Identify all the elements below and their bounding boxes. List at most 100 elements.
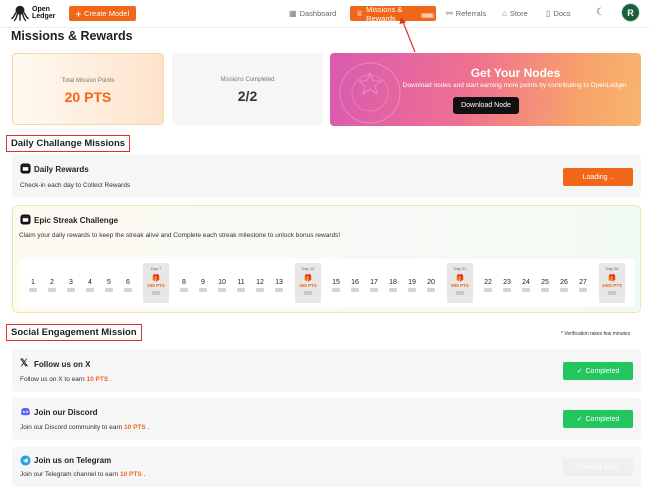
streak-day: 6 bbox=[122, 279, 134, 292]
nav-dashboard[interactable]: ▦ Dashboard bbox=[289, 6, 336, 21]
streak-day: 17 bbox=[368, 279, 380, 292]
streak-day: 5 bbox=[103, 279, 115, 292]
get-nodes-banner: Get Your Nodes Download nodes and start … bbox=[330, 53, 641, 126]
streak-day: 25 bbox=[539, 279, 551, 292]
streak-day: 13 bbox=[273, 279, 285, 292]
streak-day: 4 bbox=[84, 279, 96, 292]
page-title: Missions & Rewards bbox=[11, 29, 133, 43]
streak-day: 20 bbox=[425, 279, 437, 292]
check-circle-icon: ✓ bbox=[576, 368, 583, 375]
lock-icon bbox=[67, 288, 75, 292]
lock-icon bbox=[237, 288, 245, 292]
streak-day: 3 bbox=[65, 279, 77, 292]
openledger-logo[interactable]: Open Ledger bbox=[11, 4, 55, 22]
telegram-logo-icon bbox=[20, 455, 31, 466]
octopus-logo-icon bbox=[11, 5, 29, 21]
grid-icon: ▦ bbox=[289, 9, 297, 18]
total-points-label: Total Mission Points bbox=[61, 78, 115, 84]
streak-day: 18 bbox=[387, 279, 399, 292]
join-discord-title: Join our Discord bbox=[34, 408, 98, 417]
streak-day: 2 bbox=[46, 279, 58, 292]
follow-x-title: Follow us on X bbox=[34, 360, 91, 369]
nav-docs[interactable]: ▯ Docs bbox=[546, 6, 571, 21]
banner-decoration bbox=[339, 62, 401, 124]
lock-icon bbox=[522, 288, 530, 292]
lock-icon bbox=[541, 288, 549, 292]
lock-icon bbox=[332, 288, 340, 292]
missions-completed-value: 2/2 bbox=[237, 88, 258, 104]
join-discord-completed-button[interactable]: ✓ Completed bbox=[563, 410, 633, 428]
lock-icon bbox=[408, 288, 416, 292]
daily-rewards-title: Daily Rewards bbox=[34, 165, 89, 174]
daily-missions-heading: Daily Challange Missions bbox=[6, 135, 131, 152]
check-circle-icon: ✓ bbox=[576, 416, 583, 423]
theme-toggle-moon-icon[interactable]: ☾ bbox=[596, 7, 605, 18]
lock-icon bbox=[124, 288, 132, 292]
join-telegram-title: Join us on Telegram bbox=[34, 456, 112, 465]
streak-day: 27 bbox=[577, 279, 589, 292]
follow-x-desc: Follow us on X to earn 10 PTS . bbox=[20, 376, 112, 383]
lock-icon bbox=[503, 288, 511, 292]
store-icon: ⌂ bbox=[502, 9, 507, 18]
create-model-button[interactable]: + Create Model bbox=[69, 6, 136, 21]
lock-icon bbox=[275, 288, 283, 292]
streak-day: 23 bbox=[501, 279, 513, 292]
handshake-icon: ⚯ bbox=[446, 9, 453, 18]
missions-completed-label: Missions Completed bbox=[220, 77, 275, 83]
streak-day: 16 bbox=[349, 279, 361, 292]
download-node-button[interactable]: Download Node bbox=[453, 97, 519, 114]
new-badge: NEW bbox=[420, 13, 434, 18]
streak-day: 10 bbox=[216, 279, 228, 292]
join-discord-card: Join our Discord Join our Discord commun… bbox=[12, 398, 641, 440]
epic-streak-desc: Claim your daily rewards to keep the str… bbox=[19, 232, 341, 239]
streak-day: 15 bbox=[330, 279, 342, 292]
join-telegram-coming-soon-button[interactable]: Coming soon bbox=[563, 458, 633, 476]
lock-icon bbox=[152, 291, 160, 295]
gift-icon: 🎁 bbox=[607, 275, 617, 282]
document-icon: ▯ bbox=[546, 9, 551, 18]
lock-icon bbox=[218, 288, 226, 292]
calendar-icon bbox=[20, 214, 31, 225]
streak-day: 1 bbox=[27, 279, 39, 292]
trophy-icon: ♕ bbox=[356, 9, 364, 18]
streak-day: 9 bbox=[197, 279, 209, 292]
streak-day: 12 bbox=[254, 279, 266, 292]
lock-icon bbox=[86, 288, 94, 292]
streak-day: 19 bbox=[406, 279, 418, 292]
follow-x-card: 𝕏 Follow us on X Follow us on X to earn … bbox=[12, 349, 641, 392]
gift-icon: 🎁 bbox=[303, 275, 313, 282]
lock-icon bbox=[456, 291, 464, 295]
gift-icon: 🎁 bbox=[455, 275, 465, 282]
streak-milestone-day28: Day 28 🎁 1000 PTS bbox=[599, 263, 625, 303]
streak-day: 8 bbox=[178, 279, 190, 292]
lock-icon bbox=[579, 288, 587, 292]
streak-milestone-day14: Day 14 🎁 400 PTS bbox=[295, 263, 321, 303]
discord-logo-icon bbox=[20, 407, 31, 416]
plus-icon: + bbox=[75, 8, 82, 19]
nav-referrals[interactable]: ⚯ Referrals bbox=[446, 6, 486, 21]
lock-icon bbox=[389, 288, 397, 292]
daily-rewards-card: Daily Rewards Check-in each day to Colle… bbox=[12, 154, 641, 198]
lock-icon bbox=[199, 288, 207, 292]
streak-day: 26 bbox=[558, 279, 570, 292]
user-avatar[interactable]: R bbox=[621, 3, 640, 22]
follow-x-completed-button[interactable]: ✓ Completed bbox=[563, 362, 633, 380]
lock-icon bbox=[304, 291, 312, 295]
calendar-icon bbox=[20, 163, 31, 174]
nav-missions-rewards[interactable]: ♕ Missions & Rewards NEW bbox=[350, 5, 436, 23]
total-points-card: Total Mission Points 20 PTS bbox=[12, 53, 164, 125]
social-missions-heading: Social Engagement Mission bbox=[6, 324, 142, 341]
claim-daily-reward-button[interactable]: Loading .. bbox=[563, 168, 633, 186]
epic-streak-card: Epic Streak Challenge Claim your daily r… bbox=[12, 205, 641, 313]
lock-icon bbox=[256, 288, 264, 292]
lock-icon bbox=[608, 291, 616, 295]
lock-icon bbox=[560, 288, 568, 292]
lock-icon bbox=[484, 288, 492, 292]
verification-note: * Verification takes few minutes bbox=[561, 331, 631, 337]
lock-icon bbox=[29, 288, 37, 292]
streak-day: 11 bbox=[235, 279, 247, 292]
daily-rewards-desc: Check-in each day to Collect Rewards bbox=[20, 182, 131, 189]
join-telegram-desc: Join our Telegram channel to earn 10 PTS… bbox=[20, 471, 146, 478]
logo-text: Open Ledger bbox=[32, 6, 56, 20]
nav-store[interactable]: ⌂ Store bbox=[502, 6, 528, 21]
